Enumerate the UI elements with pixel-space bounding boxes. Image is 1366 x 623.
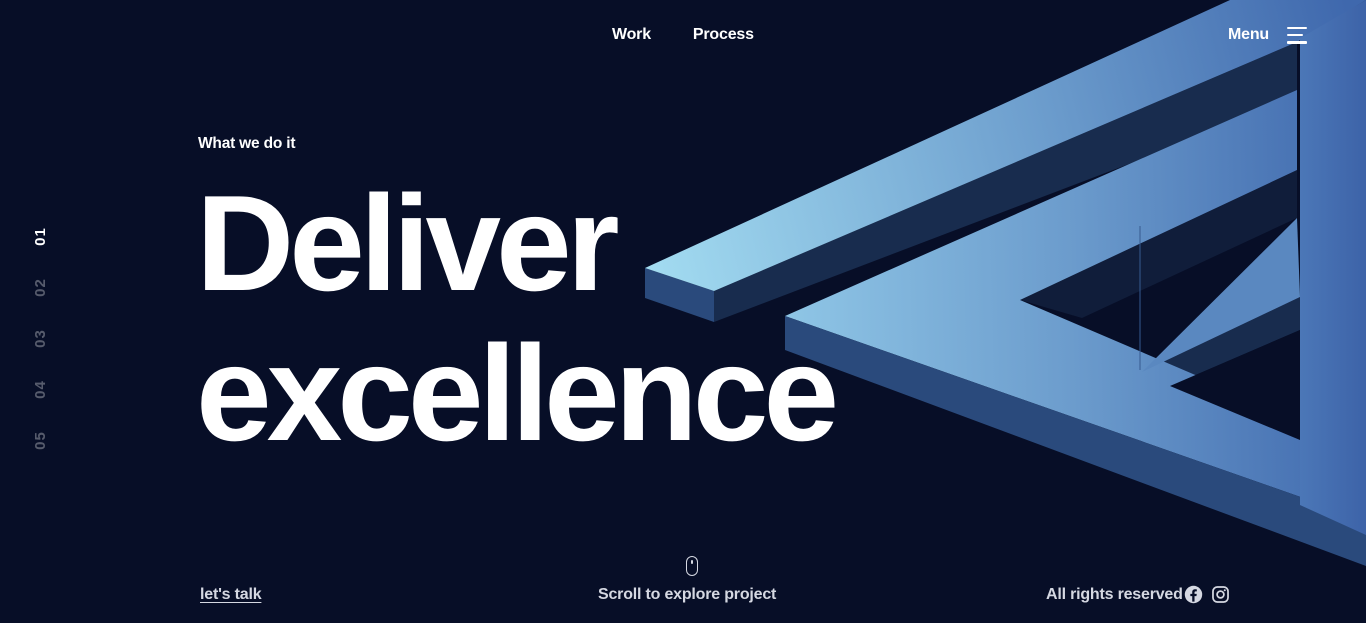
slide-index-item-05[interactable]: 05 <box>30 426 50 454</box>
rights-text: All rights reserved <box>1046 586 1183 603</box>
instagram-icon[interactable] <box>1211 585 1230 604</box>
headline-line-2: excellence <box>196 317 839 469</box>
nav-item-process[interactable]: Process <box>693 26 754 44</box>
slide-index-item-02[interactable]: 02 <box>30 273 50 301</box>
slide-index-item-03[interactable]: 03 <box>30 324 50 352</box>
slide-index-item-01[interactable]: 01 <box>30 222 50 250</box>
social-links <box>1184 585 1230 604</box>
mouse-icon <box>686 556 698 576</box>
scroll-hint: Scroll to explore project <box>598 586 777 603</box>
hero-headline: Deliver excellence <box>196 167 839 469</box>
facebook-icon[interactable] <box>1184 585 1203 604</box>
menu-label: Menu <box>1228 26 1269 43</box>
hero-eyebrow: What we do it <box>198 135 296 152</box>
top-nav: Work Process <box>612 26 754 44</box>
menu-button[interactable]: Menu <box>1228 26 1307 44</box>
lets-talk-link[interactable]: let's talk <box>200 586 262 604</box>
nav-item-work[interactable]: Work <box>612 26 651 44</box>
hamburger-icon <box>1286 26 1307 44</box>
slide-index: 01 02 03 04 05 <box>30 222 50 454</box>
headline-line-1: Deliver <box>196 167 620 319</box>
slide-index-item-04[interactable]: 04 <box>30 375 50 403</box>
